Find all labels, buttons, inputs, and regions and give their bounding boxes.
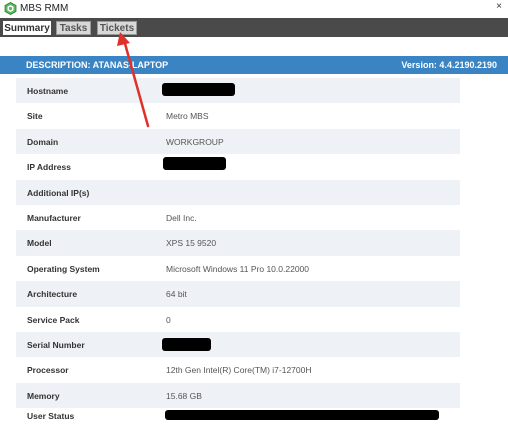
processor-value: 12th Gen Intel(R) Core(TM) i7-12700H [166, 365, 312, 376]
row-model: Model XPS 15 9520 [16, 230, 460, 256]
row-ip-address: IP Address [16, 154, 460, 179]
row-domain: Domain WORKGROUP [16, 128, 460, 155]
memory-value: 15.68 GB [166, 390, 202, 401]
architecture-value: 64 bit [166, 289, 187, 300]
tab-summary[interactable]: Summary [3, 21, 51, 35]
hostname-label: Hostname [27, 86, 69, 96]
manufacturer-value: Dell Inc. [166, 212, 197, 223]
row-processor: Processor 12th Gen Intel(R) Core(TM) i7-… [16, 357, 460, 382]
row-operating-system: Operating System Microsoft Windows 11 Pr… [16, 256, 460, 281]
window-title-bar: MBS RMM × [0, 0, 508, 18]
close-icon[interactable]: × [496, 1, 502, 12]
manufacturer-label: Manufacturer [27, 212, 81, 223]
operating-system-label: Operating System [27, 263, 100, 274]
tab-tasks[interactable]: Tasks [56, 21, 91, 35]
domain-value: WORKGROUP [166, 136, 224, 147]
site-label: Site [27, 111, 43, 122]
row-manufacturer: Manufacturer Dell Inc. [16, 205, 460, 230]
serial-number-label: Serial Number [27, 339, 85, 350]
redaction-bar [163, 157, 226, 171]
site-value: Metro MBS [166, 111, 209, 122]
row-additional-ips: Additional IP(s) [16, 179, 460, 205]
device-description: DESCRIPTION: ATANAS-LAPTOP [26, 60, 169, 70]
model-value: XPS 15 9520 [166, 238, 217, 249]
additional-ips-label: Additional IP(s) [27, 187, 90, 198]
model-label: Model [27, 238, 52, 249]
redaction-bar [162, 83, 235, 96]
row-architecture: Architecture 64 bit [16, 281, 460, 307]
mbs-logo-icon [4, 2, 17, 15]
tab-tickets[interactable]: Tickets [97, 21, 137, 35]
device-details-table: Hostname Site Metro MBS Domain WORKGROUP… [16, 78, 460, 433]
tab-bar: Summary Tasks Tickets [0, 18, 508, 37]
processor-label: Processor [27, 365, 69, 376]
operating-system-value: Microsoft Windows 11 Pro 10.0.22000 [166, 263, 309, 274]
content-spacer [0, 37, 508, 56]
memory-label: Memory [27, 390, 60, 401]
user-status-label: User Status [27, 411, 75, 422]
row-hostname: Hostname [16, 78, 460, 104]
redaction-bar [165, 410, 439, 421]
window-title: MBS RMM [20, 3, 69, 14]
row-site: Site Metro MBS [16, 103, 460, 128]
row-serial-number: Serial Number [16, 331, 460, 358]
redaction-bar [162, 337, 211, 351]
row-user-status: User Status [16, 408, 460, 433]
description-header: DESCRIPTION: ATANAS-LAPTOP Version: 4.4.… [0, 56, 508, 74]
domain-label: Domain [27, 136, 59, 147]
agent-version: Version: 4.4.2190.2190 [401, 60, 497, 70]
service-pack-value: 0 [166, 314, 171, 325]
service-pack-label: Service Pack [27, 314, 80, 325]
ip-address-label: IP Address [27, 162, 71, 173]
row-service-pack: Service Pack 0 [16, 307, 460, 332]
row-memory: Memory 15.68 GB [16, 382, 460, 409]
architecture-label: Architecture [27, 289, 78, 300]
